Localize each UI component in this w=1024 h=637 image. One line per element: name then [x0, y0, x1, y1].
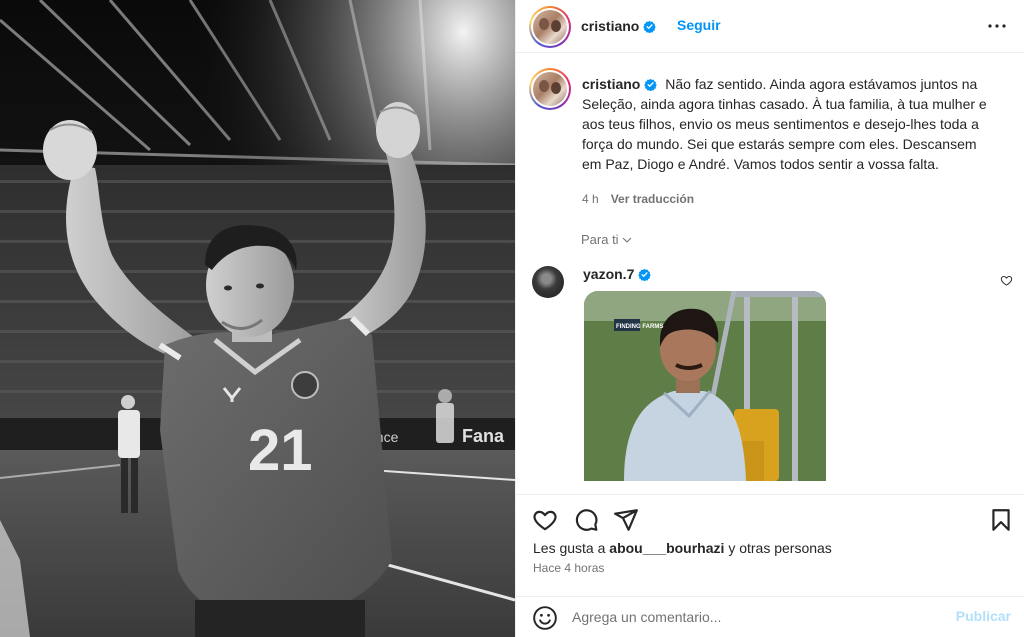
post-time: Hace 4 horas — [533, 561, 605, 575]
post-photo: ance Fana 21 — [0, 0, 515, 637]
commenter-avatar[interactable] — [532, 266, 564, 298]
comment-icon[interactable] — [573, 507, 599, 533]
gif-caption: FINDING FARMS — [616, 324, 663, 330]
translate-link[interactable]: Ver traducción — [611, 192, 694, 206]
comment-input[interactable] — [572, 606, 932, 628]
publish-button[interactable]: Publicar — [956, 608, 1011, 624]
verified-icon — [638, 268, 652, 281]
post-detail-panel: cristiano Seguir cristiano Não faz senti… — [515, 0, 1024, 637]
caption-author-username[interactable]: cristiano — [582, 76, 658, 92]
share-icon[interactable] — [613, 507, 639, 533]
likes-user[interactable]: abou___bourhazi — [609, 540, 724, 556]
more-options-icon[interactable] — [985, 14, 1009, 38]
likes-summary: Les gusta a abou___bourhazi y otras pers… — [533, 540, 832, 556]
caption-age: 4 h — [582, 192, 599, 206]
caption-meta: 4 h Ver traducción — [582, 192, 694, 206]
post-header: cristiano Seguir — [516, 0, 1024, 53]
author-avatar[interactable] — [529, 6, 571, 48]
comment-composer: Publicar — [516, 596, 1024, 637]
for-you-filter[interactable]: Para ti — [581, 232, 633, 247]
heart-icon[interactable] — [532, 507, 558, 533]
emoji-icon[interactable] — [532, 605, 558, 631]
author-username[interactable]: cristiano — [581, 18, 657, 34]
player-celebration-image: ance Fana 21 — [0, 0, 515, 637]
chevron-down-icon — [622, 237, 631, 243]
gif-image: FINDING FARMS — [584, 291, 826, 481]
likes-others[interactable]: y otras personas — [728, 540, 832, 556]
post-caption-section: cristiano Não faz sentido. Ainda agora e… — [516, 54, 1024, 494]
board-text-right: Fana — [462, 426, 505, 446]
follow-button[interactable]: Seguir — [677, 17, 721, 33]
commenter-username[interactable]: yazon.7 — [583, 266, 652, 282]
caption-text: cristiano Não faz sentido. Ainda agora e… — [582, 74, 992, 174]
comment-gif[interactable]: FINDING FARMS — [584, 291, 826, 481]
bookmark-icon[interactable] — [988, 507, 1014, 533]
verified-icon — [644, 78, 658, 91]
caption-author-avatar[interactable] — [529, 68, 571, 110]
verified-icon — [643, 20, 657, 33]
jersey-number: 21 — [248, 418, 313, 483]
comment-like-heart-icon[interactable] — [1000, 274, 1013, 287]
